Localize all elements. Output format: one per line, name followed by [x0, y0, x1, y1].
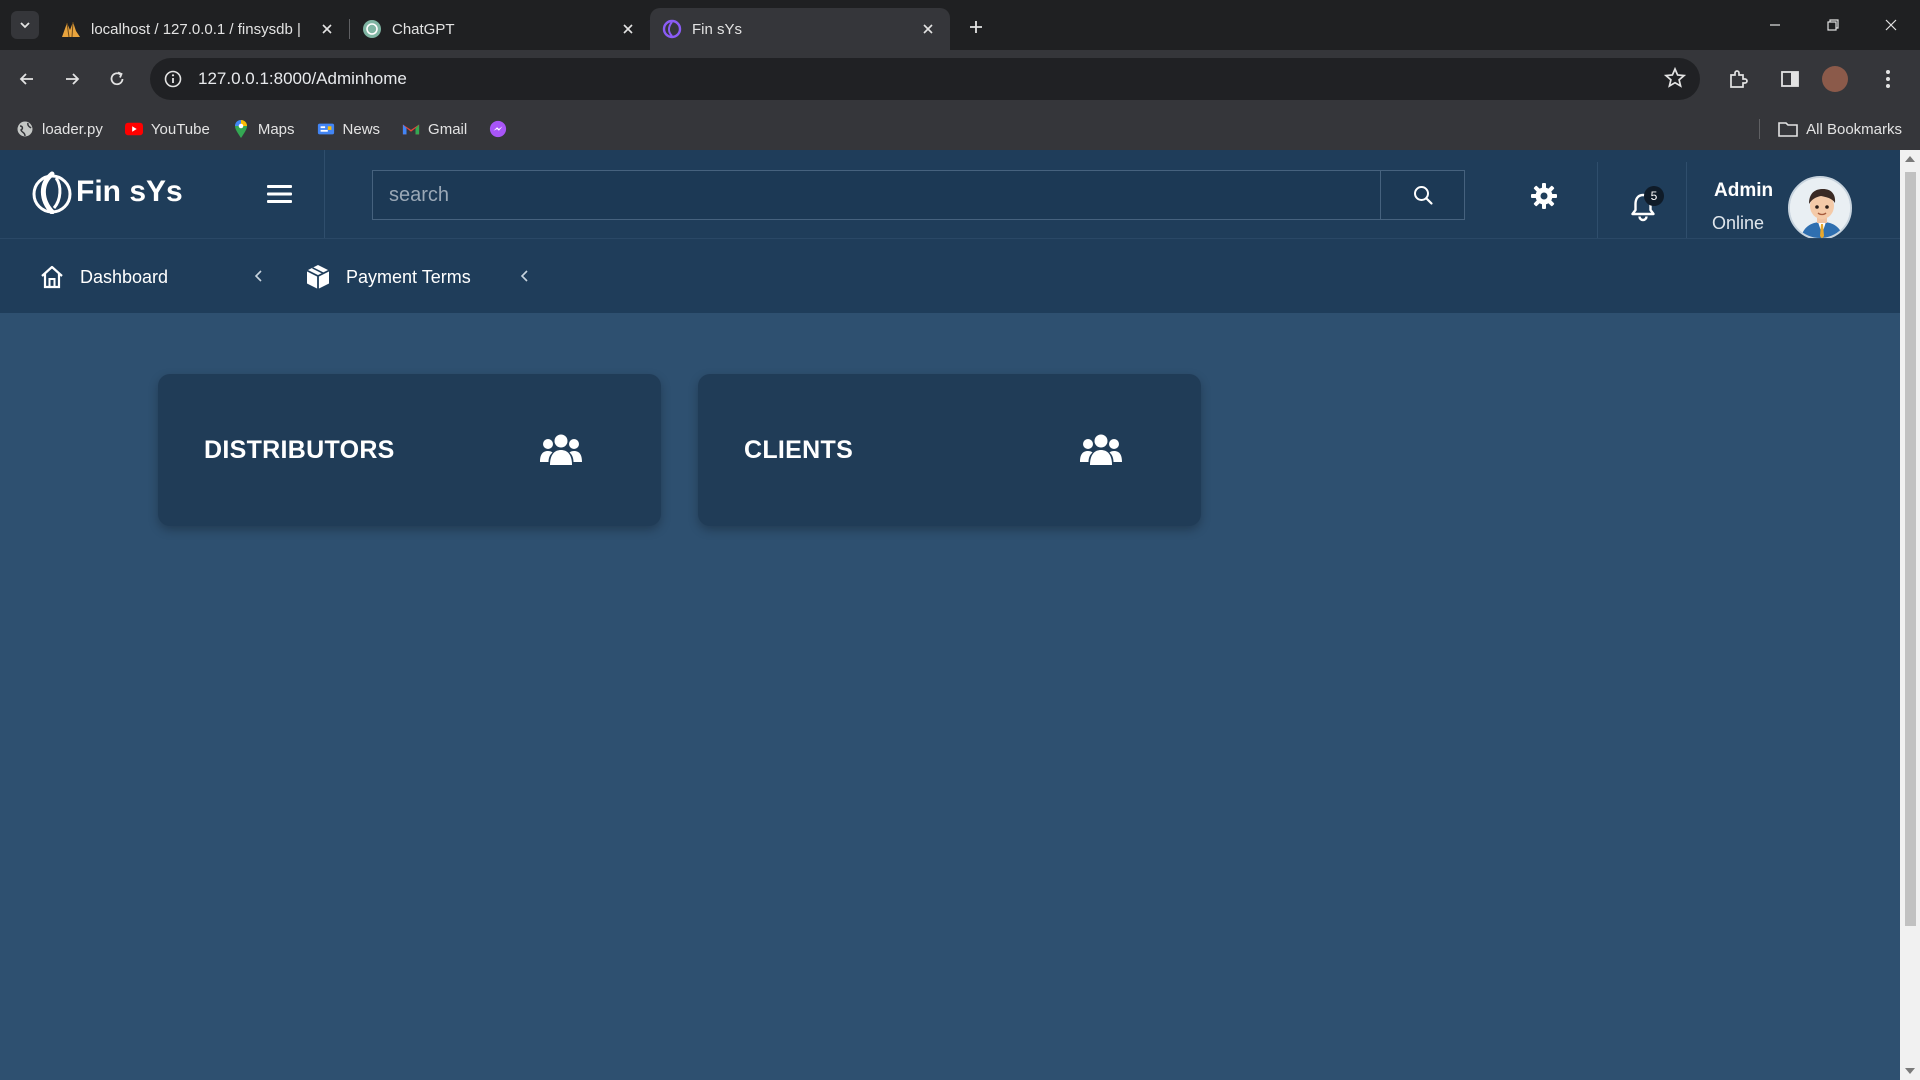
tab-title: localhost / 127.0.0.1 / finsysdb |: [91, 20, 301, 38]
user-status: Online: [1712, 213, 1765, 233]
navbar-divider: [1597, 162, 1598, 250]
chevron-left-icon: [520, 270, 528, 282]
profile-avatar[interactable]: [1822, 66, 1848, 92]
finsys-icon: [662, 19, 682, 39]
chatgpt-icon: [362, 19, 382, 39]
tab-phpmyadmin[interactable]: localhost / 127.0.0.1 / finsysdb |: [49, 8, 349, 50]
bookmark-star-icon[interactable]: [1663, 66, 1687, 94]
restore-button[interactable]: [1804, 0, 1862, 50]
search-button[interactable]: [1381, 170, 1465, 220]
users-icon: [1080, 434, 1122, 465]
chevron-down-icon: [20, 22, 30, 29]
search-input[interactable]: [372, 170, 1381, 220]
breadcrumb-label: Payment Terms: [346, 266, 471, 287]
back-button[interactable]: [9, 61, 45, 97]
close-icon[interactable]: [317, 19, 337, 39]
box-icon: [304, 263, 332, 291]
bookmark-news[interactable]: News: [317, 120, 387, 138]
window-controls: [1746, 0, 1920, 50]
gear-icon: [1531, 183, 1557, 209]
messenger-icon: [489, 120, 507, 138]
navbar-divider: [1686, 162, 1687, 250]
close-icon[interactable]: [618, 19, 638, 39]
browser-toolbar: 127.0.0.1:8000/Adminhome: [0, 50, 1920, 108]
all-bookmarks[interactable]: All Bookmarks: [1759, 108, 1902, 150]
bookmark-youtube[interactable]: YouTube: [124, 120, 216, 138]
tab-list-button[interactable]: [11, 11, 39, 39]
scroll-up-arrow[interactable]: [1905, 156, 1915, 162]
notification-count-badge: 5: [1644, 186, 1664, 206]
bookmark-label: Maps: [257, 120, 295, 138]
brand-name: Fin sYs: [76, 175, 183, 208]
settings-button[interactable]: [1530, 182, 1558, 210]
more-menu-icon[interactable]: [1868, 59, 1908, 99]
gmail-icon: [402, 120, 420, 138]
user-name: Admin: [1714, 180, 1774, 201]
page-scrollbar[interactable]: [1900, 150, 1920, 1080]
forward-button[interactable]: [54, 61, 90, 97]
url-text: 127.0.0.1:8000/Adminhome: [198, 69, 407, 88]
bookmark-gmail[interactable]: Gmail: [402, 120, 473, 138]
bookmarks-bar: loader.py YouTube Maps News Gmail All Bo…: [0, 108, 1920, 150]
bookmark-label: News: [342, 120, 381, 138]
extensions-icon[interactable]: [1718, 59, 1758, 99]
top-navbar: Fin sYs search 5 Admin Online: [0, 150, 1900, 250]
maps-icon: [232, 120, 250, 138]
close-icon[interactable]: [918, 19, 938, 39]
avatar[interactable]: [1788, 176, 1852, 240]
breadcrumb-label: Dashboard: [80, 266, 169, 287]
users-icon: [540, 434, 582, 465]
bookmark-messenger[interactable]: [489, 120, 521, 138]
tab-finsys[interactable]: Fin sYs: [650, 8, 950, 50]
breadcrumb-payment-terms[interactable]: Payment Terms: [304, 263, 471, 291]
tab-title: ChatGPT: [392, 20, 455, 38]
bookmark-label: Gmail: [428, 120, 468, 138]
bookmark-label: loader.py: [42, 120, 103, 138]
news-icon: [317, 120, 335, 138]
tab-chatgpt[interactable]: ChatGPT: [350, 8, 650, 50]
home-icon: [38, 263, 66, 291]
app-root: Fin sYs search 5 Admin Online Dashboard …: [0, 150, 1900, 1080]
new-tab-button[interactable]: [960, 11, 992, 43]
all-bookmarks-label: All Bookmarks: [1806, 120, 1902, 138]
user-avatar-icon: [1790, 178, 1850, 238]
breadcrumb: Dashboard Payment Terms: [0, 238, 1900, 313]
tab-title: Fin sYs: [692, 20, 743, 38]
navbar-divider: [324, 150, 325, 238]
browser-tab-bar: localhost / 127.0.0.1 / finsysdb | ChatG…: [0, 0, 1920, 50]
site-info-icon[interactable]: [156, 62, 190, 96]
youtube-icon: [124, 120, 143, 138]
side-panel-icon[interactable]: [1770, 59, 1810, 99]
card-title: CLIENTS: [744, 436, 854, 464]
toolbar-actions: [1718, 50, 1920, 108]
finsys-logo-icon: [32, 171, 72, 214]
reload-button[interactable]: [99, 61, 135, 97]
card-title: DISTRIBUTORS: [204, 436, 395, 464]
brand-logo[interactable]: Fin sYs: [30, 170, 183, 214]
search-bar: [372, 170, 1465, 220]
distributors-card[interactable]: DISTRIBUTORS: [158, 374, 661, 526]
scrollbar-thumb[interactable]: [1905, 172, 1916, 926]
bookmarks-separator: [1759, 119, 1761, 139]
bookmark-loader[interactable]: loader.py: [16, 120, 109, 138]
globe-icon: [16, 120, 34, 138]
arrow-left-icon: [19, 73, 33, 85]
bookmark-maps[interactable]: Maps: [232, 120, 301, 138]
reload-icon: [110, 71, 124, 86]
close-window-button[interactable]: [1862, 0, 1920, 50]
breadcrumb-dashboard[interactable]: Dashboard: [38, 263, 168, 291]
plus-icon: [970, 21, 982, 33]
folder-icon: [1778, 121, 1798, 137]
search-icon: [1413, 186, 1433, 205]
address-bar[interactable]: 127.0.0.1:8000/Adminhome: [150, 58, 1700, 100]
clients-card[interactable]: CLIENTS: [698, 374, 1201, 526]
arrow-right-icon: [66, 73, 80, 85]
phpmyadmin-icon: [61, 19, 81, 39]
scroll-down-arrow[interactable]: [1905, 1068, 1915, 1074]
menu-toggle-button[interactable]: [266, 182, 294, 206]
hamburger-icon: [267, 185, 292, 203]
bookmark-label: YouTube: [150, 120, 210, 138]
chevron-left-icon: [254, 270, 262, 282]
minimize-button[interactable]: [1746, 0, 1804, 50]
